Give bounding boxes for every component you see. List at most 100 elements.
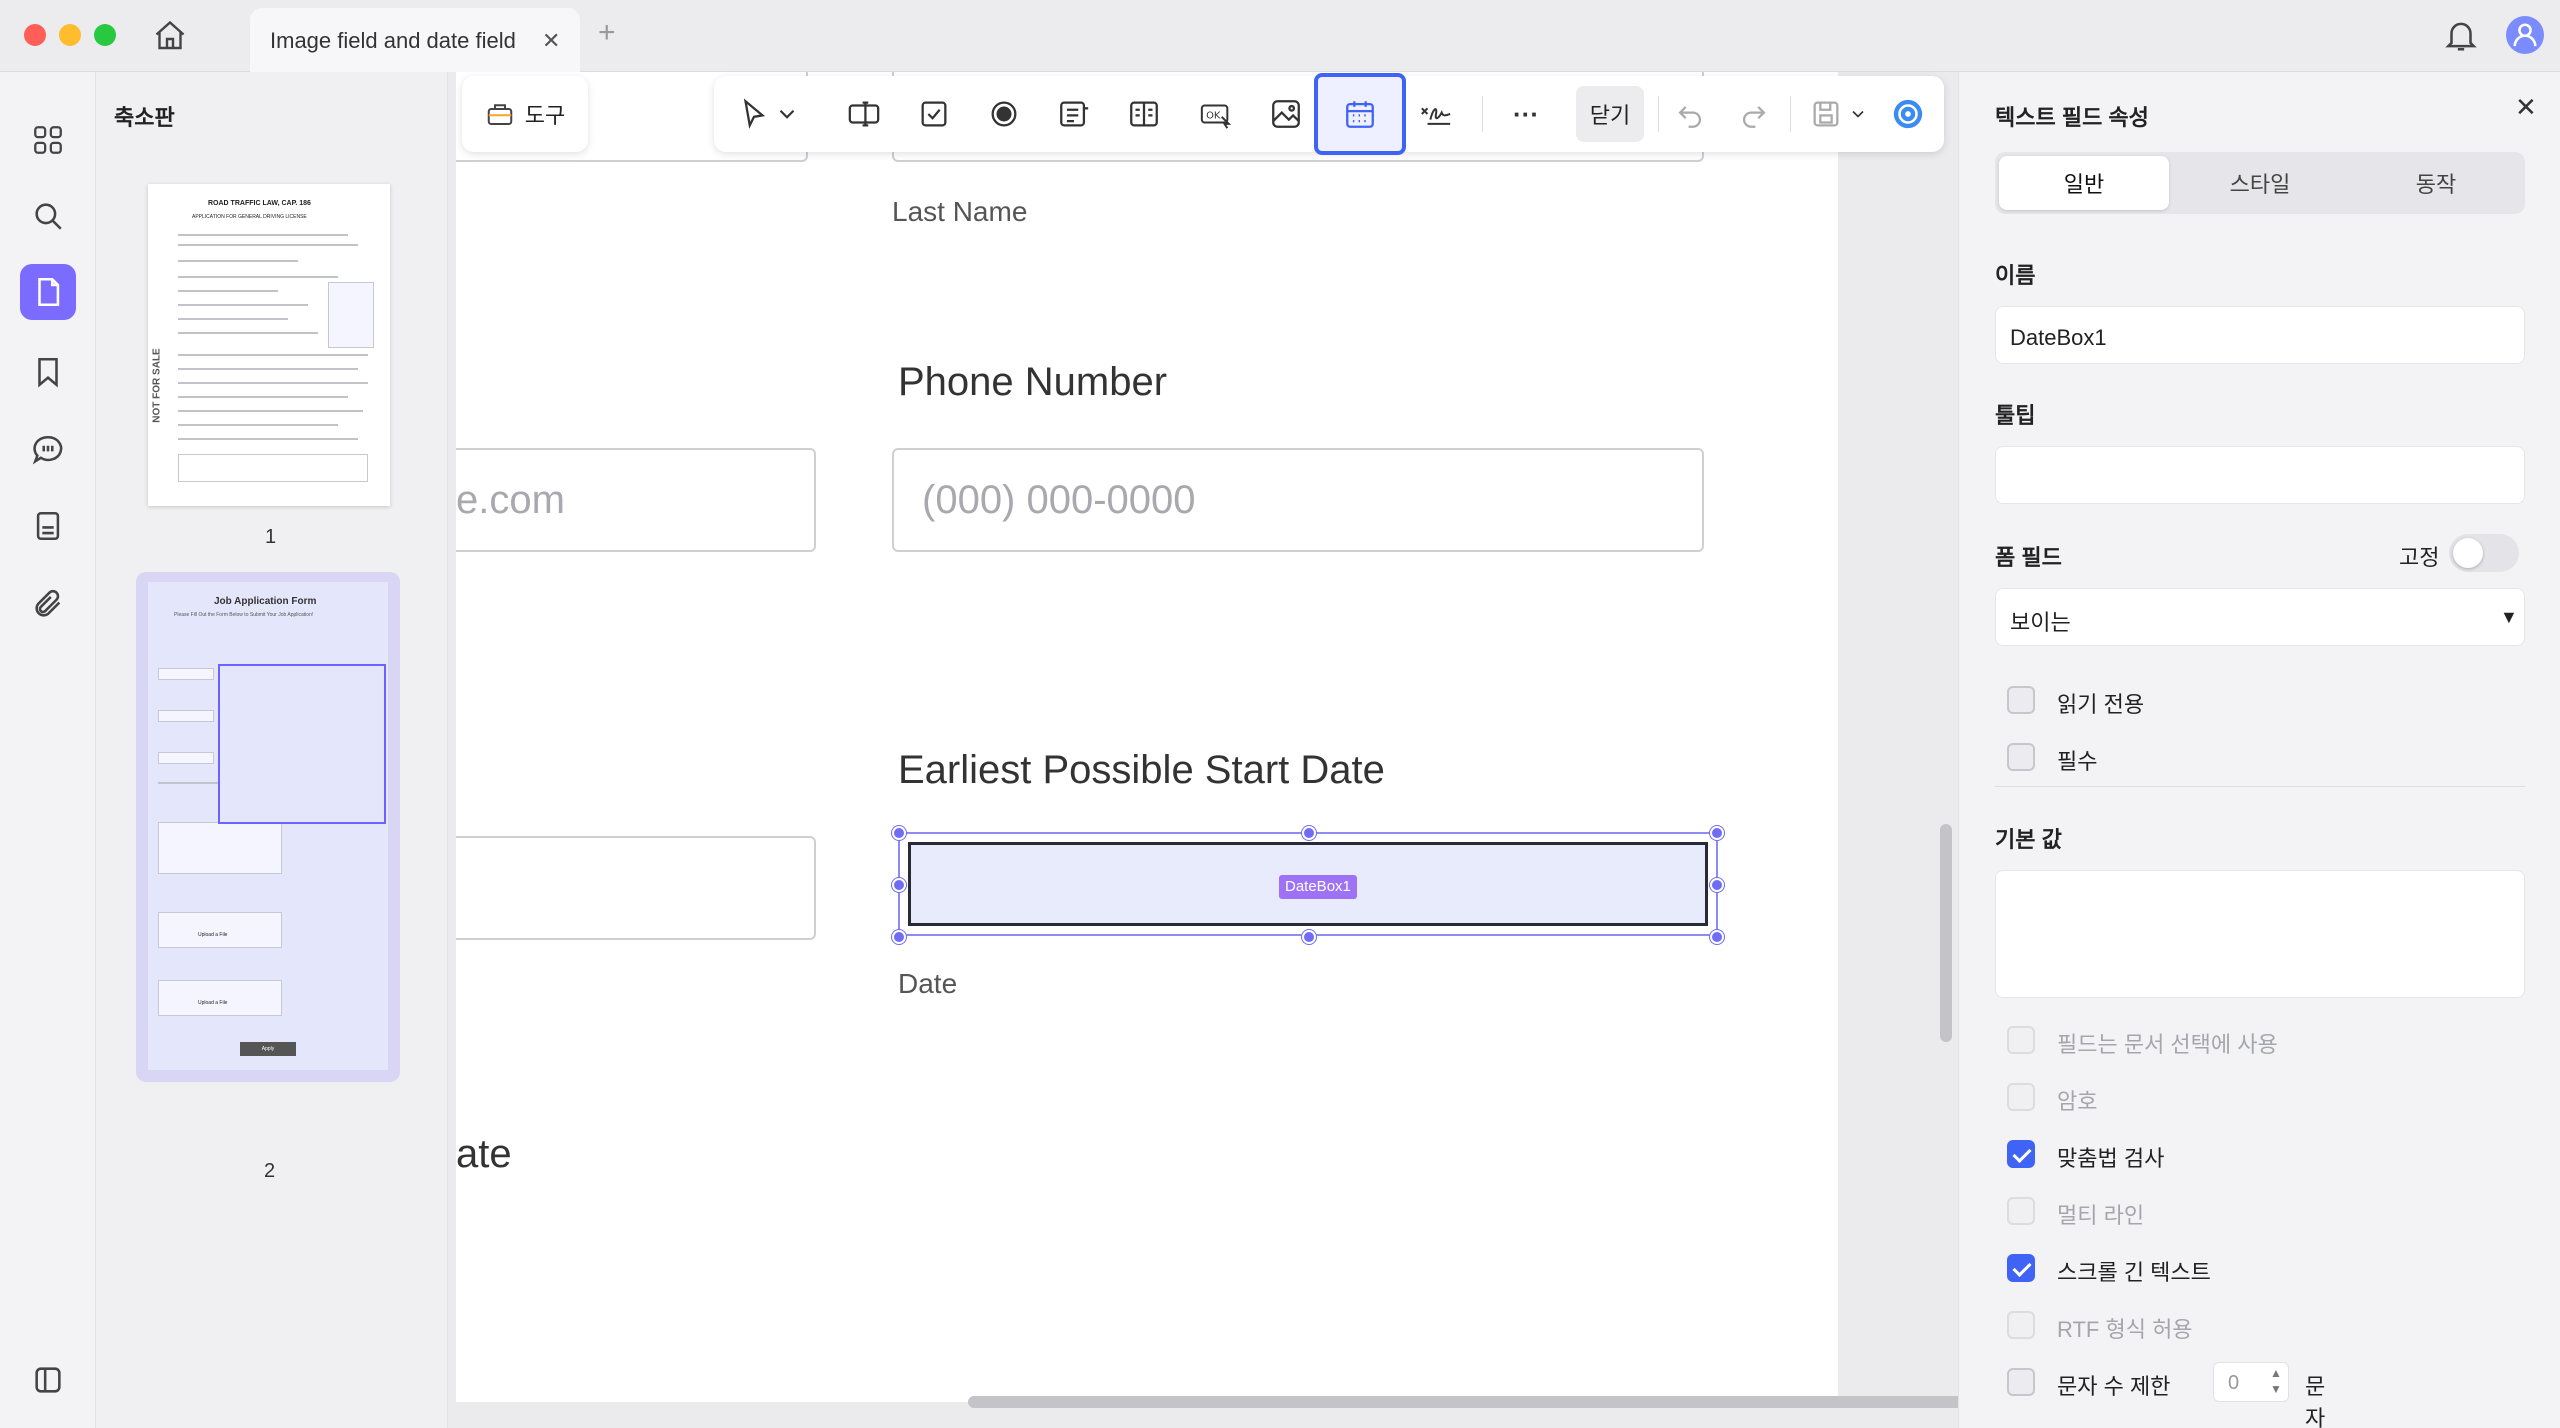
more-tools-button[interactable]: ··· — [1500, 88, 1552, 140]
combo-box-tool-button[interactable] — [1048, 88, 1100, 140]
image-field-icon — [1272, 100, 1300, 128]
required-checkbox[interactable] — [2007, 743, 2035, 771]
option-checkbox-spellcheck[interactable] — [2007, 1140, 2035, 1168]
resize-handle-left[interactable] — [892, 878, 906, 892]
avatar[interactable] — [2506, 16, 2544, 54]
resize-handle-bottom[interactable] — [1302, 930, 1316, 944]
home-icon[interactable] — [152, 18, 188, 54]
radio-button-tool-button[interactable] — [978, 88, 1030, 140]
locked-toggle-knob — [2453, 538, 2483, 568]
undo-button[interactable] — [1664, 88, 1716, 140]
ai-assistant-icon — [1893, 99, 1923, 129]
resize-handle-top-left[interactable] — [892, 826, 906, 840]
start-date-label: Earliest Possible Start Date — [898, 748, 1385, 792]
page-thumbnail-1[interactable]: ROAD TRAFFIC LAW, CAP. 186 APPLICATION F… — [148, 184, 390, 506]
button-tool-button[interactable]: OK — [1190, 88, 1242, 140]
phone-number-input[interactable]: (000) 000-0000 — [892, 448, 1704, 552]
char-limit-value: 0 — [2228, 1372, 2240, 1394]
checkbox-tool-button[interactable] — [908, 88, 960, 140]
resize-handle-top[interactable] — [1302, 826, 1316, 840]
char-limit-label: 문자 수 제한 — [2057, 1374, 2171, 1399]
save-options-dropdown[interactable] — [1848, 88, 1868, 140]
thumbnails-button[interactable] — [20, 264, 76, 320]
vertical-scrollbar[interactable] — [1940, 824, 1952, 1042]
attachment-button[interactable] — [20, 576, 76, 632]
list-box-tool-button[interactable] — [1118, 88, 1170, 140]
image-field-tool-button[interactable] — [1260, 88, 1312, 140]
thumb2-upload-1: Upload a File — [198, 932, 228, 938]
save-button[interactable] — [1800, 88, 1852, 140]
redo-button[interactable] — [1728, 88, 1780, 140]
phone-number-placeholder: (000) 000-0000 — [922, 478, 1196, 522]
select-tool-button[interactable] — [728, 88, 780, 140]
default-value-input[interactable] — [1995, 870, 2525, 998]
search-button[interactable] — [20, 188, 76, 244]
panel-close-icon[interactable]: ✕ — [2515, 92, 2537, 123]
resize-handle-right[interactable] — [1710, 878, 1724, 892]
option-checkbox-password[interactable] — [2007, 1083, 2035, 1111]
document-tab[interactable]: Image field and date field ✕ — [250, 8, 580, 72]
signature-tool-button[interactable] — [1410, 88, 1462, 140]
bell-icon[interactable] — [2442, 16, 2480, 54]
char-limit-unit: 문자 — [2305, 1374, 2326, 1428]
email-input[interactable]: e.com — [456, 448, 816, 552]
locked-toggle[interactable] — [2449, 534, 2519, 572]
tab-action[interactable]: 동작 — [2351, 156, 2521, 210]
list-box-icon — [1130, 101, 1158, 127]
sidebar-toggle-button[interactable] — [20, 1352, 76, 1408]
text-field-tool-button[interactable] — [838, 88, 890, 140]
char-limit-stepper[interactable]: 0 ▲ ▼ — [2213, 1362, 2289, 1402]
char-limit-checkbox[interactable] — [2007, 1368, 2035, 1396]
close-window-button[interactable] — [24, 24, 46, 46]
bookmark-icon — [38, 357, 58, 388]
date-field-tool-button[interactable] — [1314, 73, 1406, 155]
form-field-label: 폼 필드 — [1995, 545, 2062, 570]
date-box[interactable]: DateBox1 — [908, 842, 1708, 926]
name-input-value: DateBox1 — [2010, 325, 2107, 350]
option-checkbox-select-doc[interactable] — [2007, 1026, 2035, 1054]
readonly-checkbox[interactable] — [2007, 686, 2035, 714]
toolbar-divider — [1790, 96, 1791, 132]
comments-button[interactable] — [20, 422, 76, 478]
horizontal-scrollbar[interactable] — [968, 1396, 1958, 1408]
ai-assistant-button[interactable] — [1882, 88, 1934, 140]
resize-handle-bottom-right[interactable] — [1710, 930, 1724, 944]
last-name-label: Last Name — [892, 196, 1028, 227]
tools-button[interactable]: 도구 — [462, 76, 588, 152]
option-label-multiline: 멀티 라인 — [2057, 1203, 2145, 1228]
minimize-window-button[interactable] — [59, 24, 81, 46]
page-thumbnail-2[interactable]: Job Application Form Please Fill Out the… — [136, 572, 400, 1082]
page-thumbnail-2-image: Job Application Form Please Fill Out the… — [148, 582, 388, 1070]
locked-label: 고정 — [2399, 545, 2440, 570]
zoom-window-button[interactable] — [94, 24, 116, 46]
new-tab-button[interactable]: + — [598, 16, 616, 50]
visibility-select[interactable]: 보이는 ▼ — [1995, 588, 2525, 646]
name-input[interactable]: DateBox1 — [1995, 306, 2525, 364]
option-checkbox-rtf[interactable] — [2007, 1311, 2035, 1339]
checkbox-icon — [921, 101, 947, 127]
comment-icon — [32, 435, 63, 465]
stepper-arrows-icon[interactable]: ▲ ▼ — [2270, 1365, 2282, 1397]
tab-style[interactable]: 스타일 — [2173, 156, 2347, 210]
option-checkbox-scroll[interactable] — [2007, 1254, 2035, 1282]
position-input[interactable] — [456, 836, 816, 940]
bookmarks-button[interactable] — [20, 344, 76, 400]
tab-general[interactable]: 일반 — [1999, 156, 2169, 210]
grid-icon — [34, 126, 62, 154]
apps-grid-button[interactable] — [20, 112, 76, 168]
chevron-down-icon — [779, 109, 795, 119]
tab-close-icon[interactable]: ✕ — [542, 28, 560, 54]
panel-title: 텍스트 필드 속성 — [1995, 105, 2149, 130]
select-tool-dropdown[interactable] — [774, 88, 800, 140]
resize-handle-bottom-left[interactable] — [892, 930, 906, 944]
attachments-list-button[interactable] — [20, 498, 76, 554]
tooltip-input[interactable] — [1995, 446, 2525, 504]
signature-icon — [1421, 107, 1451, 125]
save-icon — [1813, 101, 1839, 127]
option-checkbox-multiline[interactable] — [2007, 1197, 2035, 1225]
close-form-editing-button[interactable]: 닫기 — [1576, 86, 1644, 142]
date-field-selection[interactable]: DateBox1 — [892, 826, 1724, 944]
thumbnail-viewport-indicator[interactable] — [218, 664, 386, 824]
resize-handle-top-right[interactable] — [1710, 826, 1724, 840]
calendar-icon — [1346, 101, 1374, 128]
